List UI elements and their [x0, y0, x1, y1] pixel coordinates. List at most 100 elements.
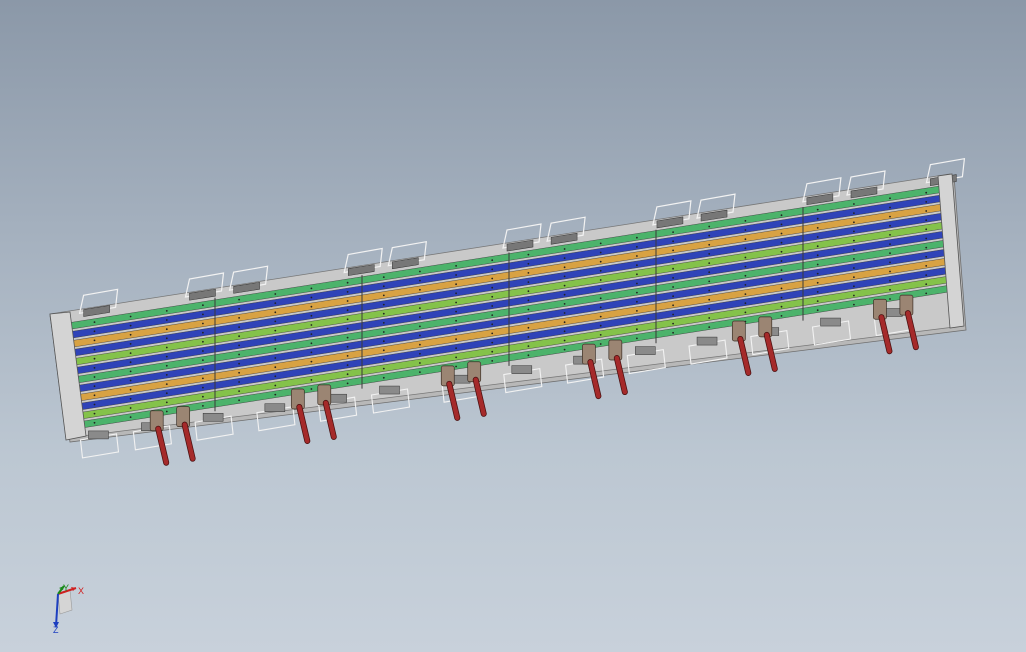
rail-hole [672, 267, 674, 270]
rail-hole [93, 330, 96, 333]
rail-hole [491, 350, 494, 353]
rail-hole [346, 373, 349, 376]
rail-hole [889, 288, 891, 291]
rail-hole [853, 248, 855, 251]
rail-hole [816, 309, 819, 312]
rail-hole [780, 296, 783, 299]
rail-hole [310, 379, 313, 381]
rail-hole [382, 276, 385, 278]
rail-hole [527, 262, 530, 265]
rail-hole [672, 313, 674, 316]
rail-hole [93, 421, 96, 424]
rail-hole [563, 321, 566, 324]
rail-hole [708, 253, 711, 255]
rail-hole [491, 341, 494, 344]
rail-hole [599, 279, 602, 281]
rail-hole [455, 329, 457, 331]
rail-hole [599, 324, 602, 327]
rail-hole [129, 416, 132, 418]
bottom-bracket-base [820, 317, 841, 327]
rail-hole [419, 343, 421, 346]
rail-hole [889, 234, 891, 236]
rail-hole [455, 265, 457, 267]
rail-hole [708, 298, 711, 301]
rail-hole [672, 295, 674, 298]
rail-hole [455, 301, 457, 304]
rail-hole [889, 252, 891, 255]
rail-hole [93, 376, 96, 378]
rail-hole [816, 227, 819, 229]
rail-hole [238, 317, 241, 319]
rail-hole [93, 348, 96, 351]
rail-hole [491, 360, 494, 362]
rail-hole [672, 231, 674, 234]
rail-hole [780, 232, 783, 235]
rail-hole [202, 377, 204, 380]
rail-hole [419, 298, 421, 300]
rail-hole [93, 385, 96, 388]
rail-hole [165, 401, 168, 404]
rail-hole [925, 283, 928, 286]
rail-hole [527, 272, 530, 274]
rail-hole [925, 274, 928, 276]
rail-hole [165, 364, 168, 367]
rail-hole [165, 310, 168, 312]
rail-hole [563, 293, 566, 296]
rail-hole [129, 315, 132, 318]
bottom-bracket-base [635, 346, 656, 355]
rail-hole [672, 322, 674, 325]
rail-hole [853, 267, 855, 269]
rail-hole [925, 265, 928, 267]
rail-hole [780, 223, 783, 226]
rail-hole [816, 208, 819, 211]
rail-hole [816, 272, 819, 275]
cad-model-scene[interactable] [0, 0, 1026, 652]
rail-hole [346, 355, 349, 357]
rail-hole [455, 283, 457, 286]
rail-hole [708, 262, 711, 264]
rail-hole [310, 351, 313, 354]
rail-hole [925, 201, 928, 203]
rail-hole [202, 395, 204, 398]
rail-hole [491, 305, 494, 307]
rail-hole [346, 318, 349, 321]
rail-hole [816, 263, 819, 266]
rail-hole [527, 281, 530, 283]
rail-hole [274, 366, 277, 369]
rail-hole [202, 405, 204, 407]
rail-hole [455, 356, 457, 359]
rail-hole [925, 255, 928, 258]
rail-hole [889, 215, 891, 218]
rail-hole [455, 347, 457, 350]
rail-hole [527, 354, 530, 357]
rail-hole [310, 324, 313, 326]
rail-hole [346, 382, 349, 385]
rail-hole [853, 230, 855, 233]
rail-hole [491, 259, 494, 262]
rail-hole [382, 376, 385, 379]
rail-hole [599, 288, 602, 290]
graphics-viewport[interactable]: X Y Z [0, 0, 1026, 652]
rail-hole [925, 237, 928, 240]
rail-hole [889, 224, 891, 227]
rail-hole [202, 340, 204, 343]
fixture-assembly[interactable] [49, 157, 967, 466]
rail-hole [636, 236, 638, 239]
rail-hole [780, 287, 783, 290]
rail-hole [708, 289, 711, 292]
rail-hole [636, 310, 638, 312]
rail-hole [491, 332, 494, 335]
rail-hole [853, 294, 855, 297]
rail-hole [238, 371, 241, 374]
rail-hole [419, 334, 421, 337]
rail-hole [310, 314, 313, 317]
rail-hole [672, 286, 674, 288]
rail-hole [853, 203, 855, 205]
rail-hole [382, 340, 385, 343]
rail-hole [93, 367, 96, 369]
rail-hole [672, 249, 674, 252]
rail-hole [382, 303, 385, 306]
rail-hole [816, 291, 819, 293]
rail-hole [780, 315, 783, 317]
rail-hole [274, 302, 277, 304]
